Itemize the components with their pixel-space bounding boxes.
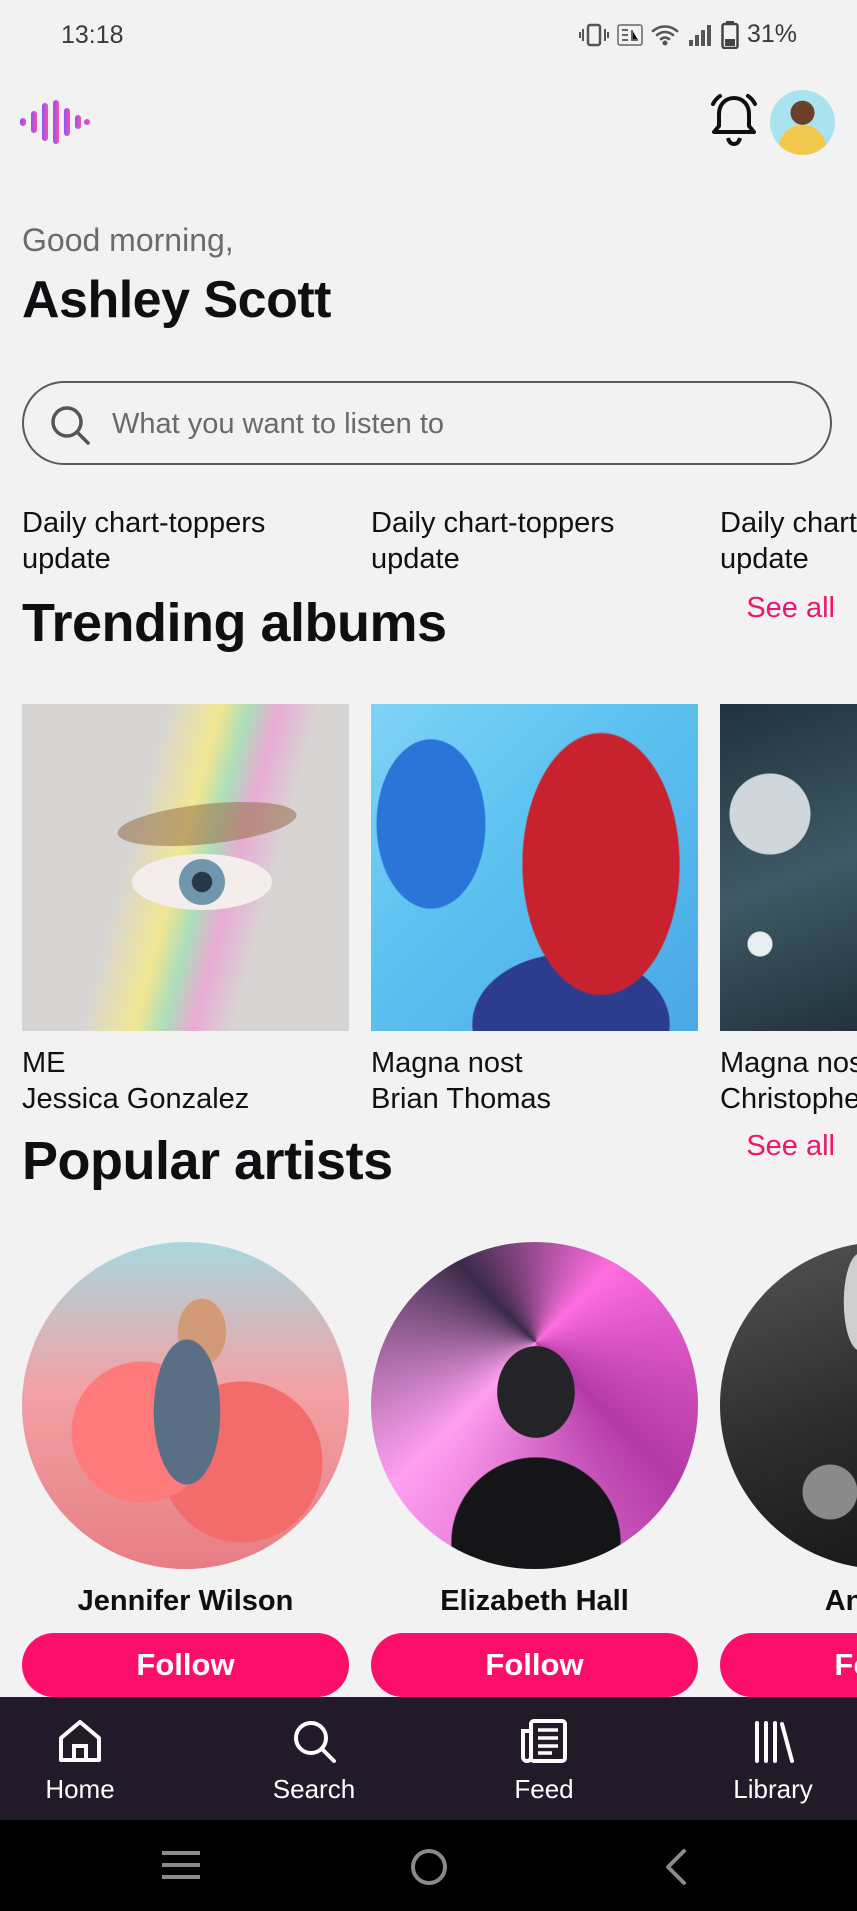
nav-item-search[interactable]: Search xyxy=(234,1697,394,1820)
follow-button[interactable]: Follow xyxy=(371,1633,698,1697)
home-icon xyxy=(59,1720,101,1762)
nav-item-library[interactable]: Library xyxy=(693,1697,853,1820)
nav-label: Feed xyxy=(514,1774,574,1804)
nav-item-home[interactable]: Home xyxy=(0,1697,160,1820)
bottom-nav: Home Search Feed Library xyxy=(0,1697,857,1820)
artist-name[interactable]: Anthony xyxy=(720,1585,857,1618)
nav-label: Home xyxy=(45,1774,115,1804)
system-nav-bar xyxy=(0,1820,857,1911)
popular-artists-row: Jennifer Wilson Elizabeth Hall Anthony F… xyxy=(0,0,857,1697)
artist-name[interactable]: Jennifer Wilson xyxy=(22,1585,349,1618)
nav-item-feed[interactable]: Feed xyxy=(464,1697,624,1820)
artist-name[interactable]: Elizabeth Hall xyxy=(371,1585,698,1618)
back-icon[interactable] xyxy=(660,1848,690,1886)
nav-label: Library xyxy=(733,1774,813,1804)
feed-icon xyxy=(521,1719,567,1763)
search-icon xyxy=(294,1721,336,1763)
artist-photo[interactable] xyxy=(371,1242,698,1569)
artist-photo[interactable] xyxy=(720,1242,857,1569)
library-icon xyxy=(755,1721,794,1763)
home-button-icon[interactable] xyxy=(409,1848,449,1886)
nav-label: Search xyxy=(272,1774,356,1804)
artist-photo[interactable] xyxy=(22,1242,349,1569)
recent-apps-icon[interactable] xyxy=(160,1848,202,1882)
follow-button[interactable]: Follow xyxy=(720,1633,857,1697)
follow-button[interactable]: Follow xyxy=(22,1633,349,1697)
